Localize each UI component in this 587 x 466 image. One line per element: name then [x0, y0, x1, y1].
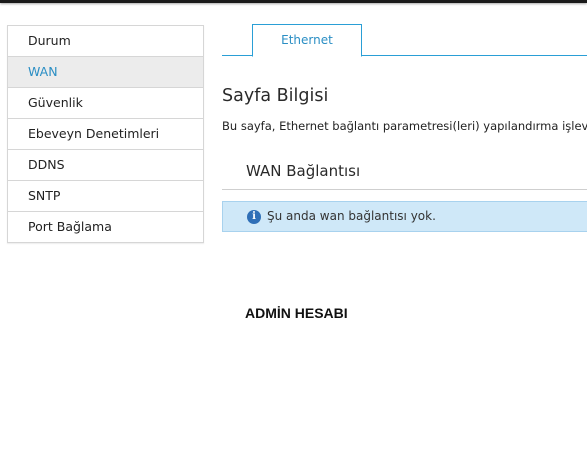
info-icon: i: [247, 210, 261, 224]
sidebar-item-ebeveyn-denetimleri[interactable]: Ebeveyn Denetimleri: [8, 119, 203, 150]
page-title: Sayfa Bilgisi: [222, 86, 329, 106]
page-description: Bu sayfa, Ethernet bağlantı parametresi(…: [222, 119, 587, 133]
sidebar-item-port-baglama[interactable]: Port Bağlama: [8, 212, 203, 243]
section-title: WAN Bağlantısı: [246, 162, 361, 180]
section-divider: [222, 189, 587, 190]
sidebar-item-sntp[interactable]: SNTP: [8, 181, 203, 212]
sidebar-item-wan[interactable]: WAN: [8, 57, 203, 88]
sidebar-item-guvenlik[interactable]: Güvenlik: [8, 88, 203, 119]
sidebar-item-ddns[interactable]: DDNS: [8, 150, 203, 181]
info-message-text: Şu anda wan bağlantısı yok.: [267, 209, 436, 223]
info-message-box: i Şu anda wan bağlantısı yok.: [222, 201, 587, 232]
tab-bar: Ethernet: [222, 0, 587, 57]
sidebar-menu: Durum WAN Güvenlik Ebeveyn Denetimleri D…: [7, 25, 204, 243]
tab-ethernet[interactable]: Ethernet: [252, 24, 362, 57]
sidebar-item-durum[interactable]: Durum: [8, 26, 203, 57]
admin-account-label: ADMİN HESABI: [245, 305, 348, 321]
